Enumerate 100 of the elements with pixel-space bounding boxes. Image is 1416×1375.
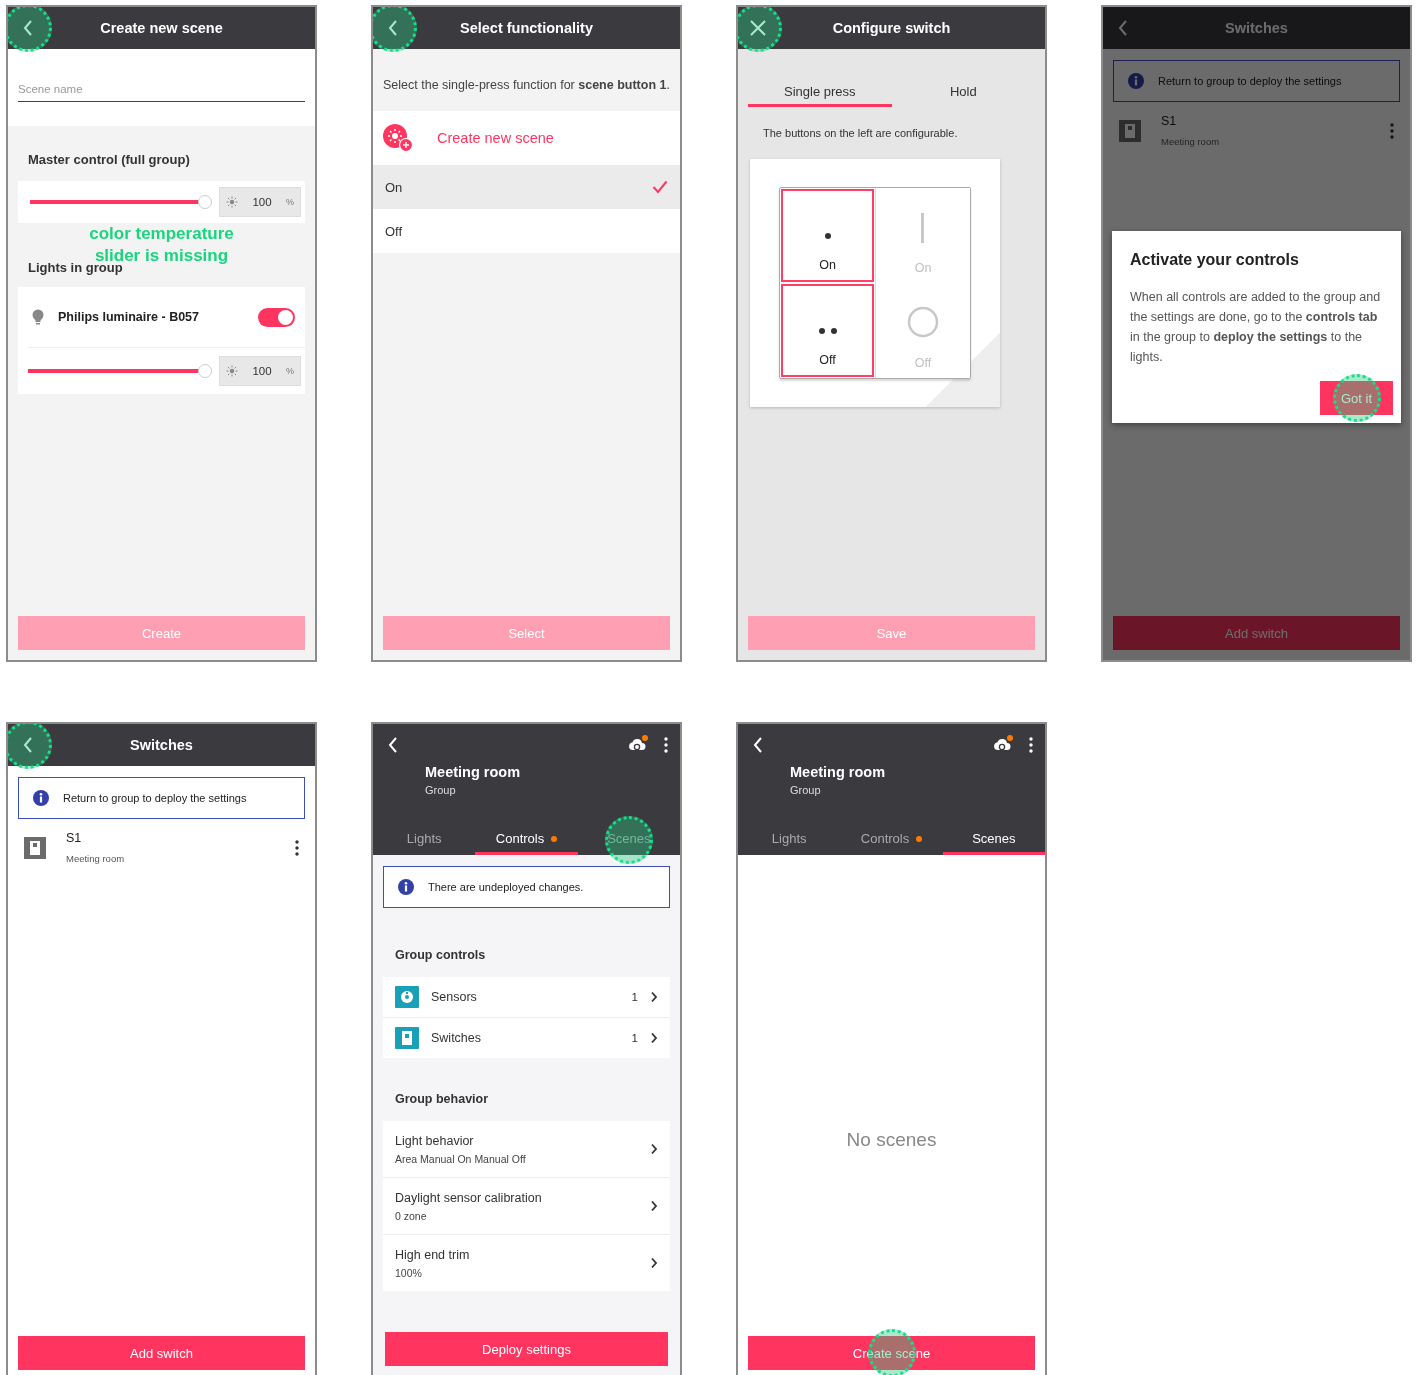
back-icon xyxy=(1117,19,1129,37)
item-label: Sensors xyxy=(431,990,478,1004)
circle-icon xyxy=(907,306,939,338)
tab[interactable]: Controls xyxy=(840,825,943,855)
chevron-right-icon xyxy=(650,1257,658,1269)
option-item[interactable]: On xyxy=(373,165,680,209)
screen-title: Switches xyxy=(129,737,194,753)
value-text: 100 xyxy=(251,365,273,377)
item-count: 1 xyxy=(631,991,638,1003)
switch-name: S1 xyxy=(66,831,83,845)
screen-title: Configure switch xyxy=(831,20,952,36)
setting-value: 0 zone xyxy=(395,1209,428,1222)
wall-switch-icon xyxy=(24,836,46,859)
list-item[interactable]: Sensors 1 xyxy=(383,977,670,1018)
value-box[interactable]: 100 % xyxy=(219,356,301,386)
screen-title: Create new scene xyxy=(99,20,224,36)
cloud-sync-icon xyxy=(993,737,1011,753)
more-options-icon[interactable] xyxy=(1029,737,1033,753)
setting-label: High end trim xyxy=(395,1247,471,1262)
scene-name-field[interactable]: Scene name xyxy=(18,79,305,102)
sun-icon xyxy=(226,365,238,377)
more-options-icon[interactable] xyxy=(295,839,299,856)
slider[interactable] xyxy=(28,363,209,379)
group-title: Meeting room xyxy=(425,764,522,780)
instruction-text: Select the single-press function for scene button 1. xyxy=(383,77,670,93)
info-text: Return to group to deploy the settings xyxy=(1158,75,1342,87)
section-heading: Master control (full group) xyxy=(28,152,191,167)
switch-item[interactable]: S1 Meeting room xyxy=(1103,102,1410,147)
list-item[interactable]: Switches 1 xyxy=(383,1018,670,1058)
double-dot-icon xyxy=(817,327,838,335)
sun-icon xyxy=(226,196,238,208)
sensor-icon xyxy=(395,986,419,1008)
list-item[interactable]: Light behavior Area Manual On Manual Off xyxy=(383,1121,670,1178)
line-icon xyxy=(921,213,925,243)
switch-key[interactable]: On xyxy=(781,189,874,282)
switch-icon xyxy=(395,1027,419,1049)
slider[interactable] xyxy=(30,194,209,210)
primary-button[interactable]: Add switch xyxy=(18,1336,305,1370)
switch-name: S1 xyxy=(1161,114,1178,128)
tab[interactable]: Controls xyxy=(475,825,578,855)
close-icon xyxy=(749,19,767,37)
primary-button[interactable]: Deploy settings xyxy=(385,1332,668,1366)
value-box[interactable]: 100 % xyxy=(219,187,301,217)
back-icon xyxy=(752,736,764,754)
setting-label: Light behavior xyxy=(395,1133,475,1148)
tab[interactable]: Scenes xyxy=(942,825,1045,855)
setting-value: 100% xyxy=(395,1266,423,1279)
value-text: 100 xyxy=(251,196,273,208)
tab[interactable]: Hold xyxy=(891,79,1035,107)
slider-thumb[interactable] xyxy=(198,364,213,378)
check-icon xyxy=(652,180,668,194)
create-scene-item[interactable]: Create new scene xyxy=(373,111,680,165)
info-icon xyxy=(398,879,414,895)
tab[interactable]: Lights xyxy=(373,825,476,855)
switch-key[interactable]: Off xyxy=(781,284,874,377)
tab[interactable]: Single press xyxy=(748,79,892,107)
switch-item[interactable]: S1 Meeting room xyxy=(8,819,315,864)
chevron-right-icon xyxy=(650,1200,658,1212)
info-icon xyxy=(33,790,49,806)
chevron-right-icon xyxy=(650,1143,658,1155)
item-label: Switches xyxy=(431,1031,483,1045)
setting-value: Area Manual On Manual Off xyxy=(395,1152,527,1165)
option-item[interactable]: Off xyxy=(373,209,680,253)
tab[interactable]: Lights xyxy=(738,825,841,855)
slider-thumb[interactable] xyxy=(198,195,213,209)
setting-label: Daylight sensor calibration xyxy=(395,1190,543,1205)
wall-switch-icon xyxy=(1119,119,1141,142)
dialog-text: When all controls are added to the group and the settings are done, go to the controls tab in the group to deploy the settings to the lights. xyxy=(1130,289,1382,366)
info-text: There are undeployed changes. xyxy=(428,881,584,893)
bulb-icon xyxy=(32,308,44,326)
dot-icon xyxy=(823,232,832,240)
unit-text: % xyxy=(286,366,294,376)
toggle-switch[interactable] xyxy=(258,307,295,327)
item-count: 1 xyxy=(631,1032,638,1044)
empty-state-text: No scenes xyxy=(846,1129,937,1152)
section-heading: Group controls xyxy=(395,948,487,962)
info-text: Return to group to deploy the settings xyxy=(63,792,247,804)
group-subtitle: Group xyxy=(790,784,822,796)
cloud-sync-icon xyxy=(628,737,646,753)
screen-title: Select functionality xyxy=(459,20,594,36)
back-icon xyxy=(387,19,399,37)
unit-text: % xyxy=(286,197,294,207)
dialog-title: Activate your controls xyxy=(1130,251,1300,269)
chevron-right-icon xyxy=(650,1032,658,1044)
switch-room: Meeting room xyxy=(66,853,126,864)
back-icon xyxy=(22,19,34,37)
light-name: Philips luminaire - B057 xyxy=(58,310,200,324)
back-icon xyxy=(22,736,34,754)
screen-title: Switches xyxy=(1224,20,1289,36)
section-heading: Group behavior xyxy=(395,1092,490,1106)
list-item[interactable]: High end trim 100% xyxy=(383,1235,670,1291)
info-icon xyxy=(1128,73,1144,89)
group-title: Meeting room xyxy=(790,764,887,780)
note-text: The buttons on the left are configurable. xyxy=(763,127,959,139)
group-subtitle: Group xyxy=(425,784,457,796)
back-icon xyxy=(387,736,399,754)
switch-room: Meeting room xyxy=(1161,136,1221,147)
chevron-right-icon xyxy=(650,991,658,1003)
more-options-icon[interactable] xyxy=(664,737,668,753)
list-item[interactable]: Daylight sensor calibration 0 zone xyxy=(383,1178,670,1235)
